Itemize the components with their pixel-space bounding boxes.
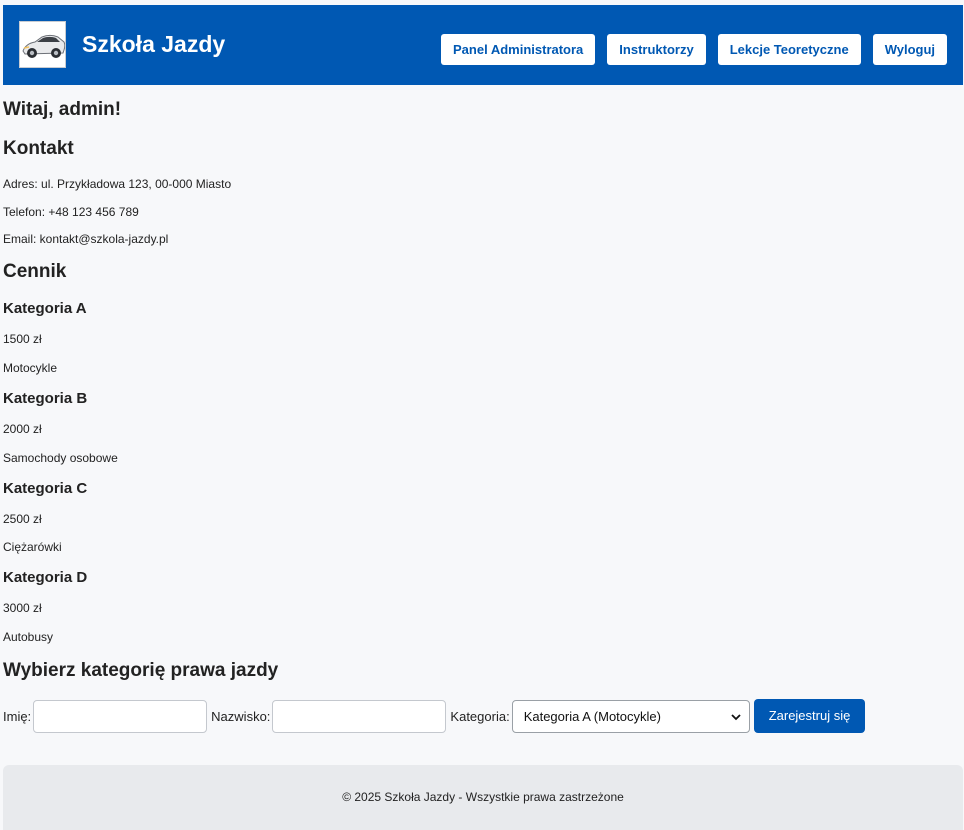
contact-phone: Telefon: +48 123 456 789 bbox=[3, 205, 139, 219]
category-select[interactable]: Kategoria A (Motocykle) bbox=[511, 699, 750, 733]
contact-heading: Kontakt bbox=[3, 138, 74, 159]
category-name: Kategoria C bbox=[3, 480, 88, 497]
site-footer: © 2025 Szkoła Jazdy - Wszystkie prawa za… bbox=[3, 765, 963, 830]
register-button[interactable]: Zarejestruj się bbox=[753, 699, 866, 733]
last-name-field[interactable] bbox=[272, 699, 447, 733]
sports-car-icon[interactable] bbox=[19, 21, 66, 68]
category-price: 3000 zł bbox=[3, 601, 42, 615]
first-name-label: Imię: bbox=[3, 708, 32, 724]
registration-form: Imię: Nazwisko: Kategoria: Kategoria A (… bbox=[3, 699, 866, 733]
category-label: Kategoria: bbox=[450, 708, 510, 724]
category-description: Autobusy bbox=[3, 630, 54, 644]
category-description: Samochody osobowe bbox=[3, 451, 118, 465]
site-header: Szkoła Jazdy Panel Administratora Instru… bbox=[3, 5, 963, 85]
category-price: 2000 zł bbox=[3, 422, 42, 436]
category-price: 1500 zł bbox=[3, 332, 42, 346]
site-title[interactable]: Szkoła Jazdy bbox=[82, 29, 225, 59]
pricing-heading: Cennik bbox=[3, 261, 67, 282]
contact-email: Email: kontakt@szkola-jazdy.pl bbox=[3, 232, 169, 246]
category-name: Kategoria A bbox=[3, 300, 87, 317]
category-description: Ciężarówki bbox=[3, 540, 62, 554]
copyright-text: © 2025 Szkoła Jazdy - Wszystkie prawa za… bbox=[342, 790, 624, 804]
category-name: Kategoria D bbox=[3, 569, 88, 586]
main-nav: Panel Administratora Instruktorzy Lekcje… bbox=[441, 34, 947, 65]
category-select-value: Kategoria A (Motocykle) bbox=[523, 708, 661, 724]
nav-admin-panel-button[interactable]: Panel Administratora bbox=[441, 34, 596, 65]
license-form-heading: Wybierz kategorię prawa jazdy bbox=[3, 660, 279, 681]
last-name-label: Nazwisko: bbox=[211, 708, 271, 724]
category-name: Kategoria B bbox=[3, 390, 88, 407]
nav-instructors-button[interactable]: Instruktorzy bbox=[607, 34, 706, 65]
contact-address: Adres: ul. Przykładowa 123, 00-000 Miast… bbox=[3, 177, 232, 191]
nav-theory-lessons-button[interactable]: Lekcje Teoretyczne bbox=[717, 34, 861, 65]
chevron-down-icon bbox=[731, 709, 741, 724]
logout-button[interactable]: Wyloguj bbox=[872, 34, 947, 65]
welcome-heading: Witaj, admin! bbox=[3, 99, 122, 120]
category-price: 2500 zł bbox=[3, 512, 42, 526]
first-name-field[interactable] bbox=[33, 699, 208, 733]
category-description: Motocykle bbox=[3, 361, 58, 375]
